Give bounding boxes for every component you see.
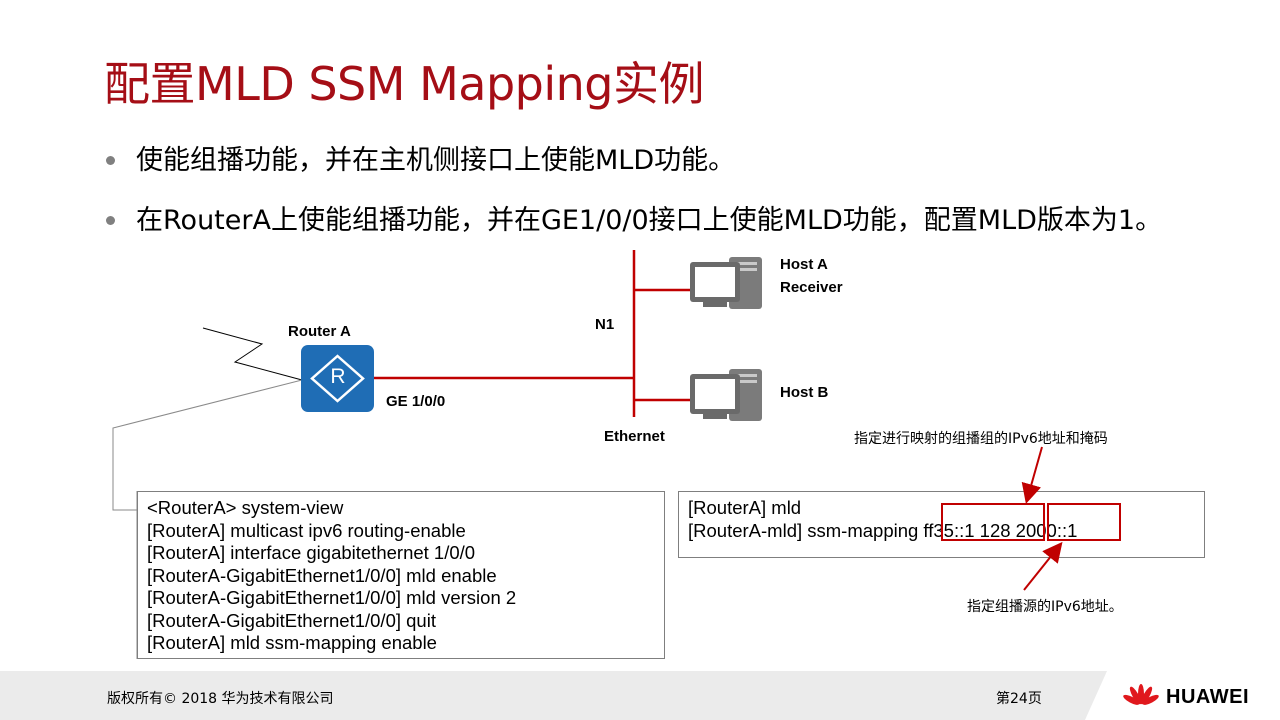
host-a-label: Host A <box>780 256 828 273</box>
huawei-logo-icon <box>1123 684 1159 705</box>
group-annotation: 指定进行映射的组播组的IPv6地址和掩码 <box>854 431 1108 447</box>
interface-label: GE 1/0/0 <box>386 393 446 410</box>
router-letter: R <box>330 365 346 388</box>
host-b-label: Host B <box>780 384 829 401</box>
config-line: [RouterA-GigabitEthernet1/0/0] mld enabl… <box>147 564 497 586</box>
host-a-computer-icon <box>690 257 762 309</box>
config-line: [RouterA] mld ssm-mapping enable <box>147 632 437 653</box>
config-line: [RouterA] interface gigabitethernet 1/0/… <box>147 542 476 563</box>
network-label: Ethernet <box>604 428 665 445</box>
config-line: [RouterA] multicast ipv6 routing-enable <box>147 519 466 541</box>
source-address-highlight <box>1047 503 1121 541</box>
config-line: [RouterA-GigabitEthernet1/0/0] quit <box>147 609 436 631</box>
host-b-computer-icon <box>690 369 762 421</box>
router-label: Router A <box>288 323 351 340</box>
config-box-left: <RouterA> system-view [RouterA] multicas… <box>137 491 665 659</box>
source-annotation: 指定组播源的IPv6地址。 <box>967 599 1123 615</box>
copyright-text: 版权所有© 2018 华为技术有限公司 <box>107 691 334 707</box>
group-address-highlight <box>941 503 1045 541</box>
config-line: <RouterA> system-view <box>147 497 344 518</box>
page-number: 第24页 <box>996 691 1042 707</box>
brand-name: HUAWEI <box>1166 686 1249 708</box>
config-line: [RouterA-GigabitEthernet1/0/0] mld versi… <box>147 587 517 608</box>
segment-label: N1 <box>595 316 615 333</box>
host-a-role-label: Receiver <box>780 279 843 296</box>
